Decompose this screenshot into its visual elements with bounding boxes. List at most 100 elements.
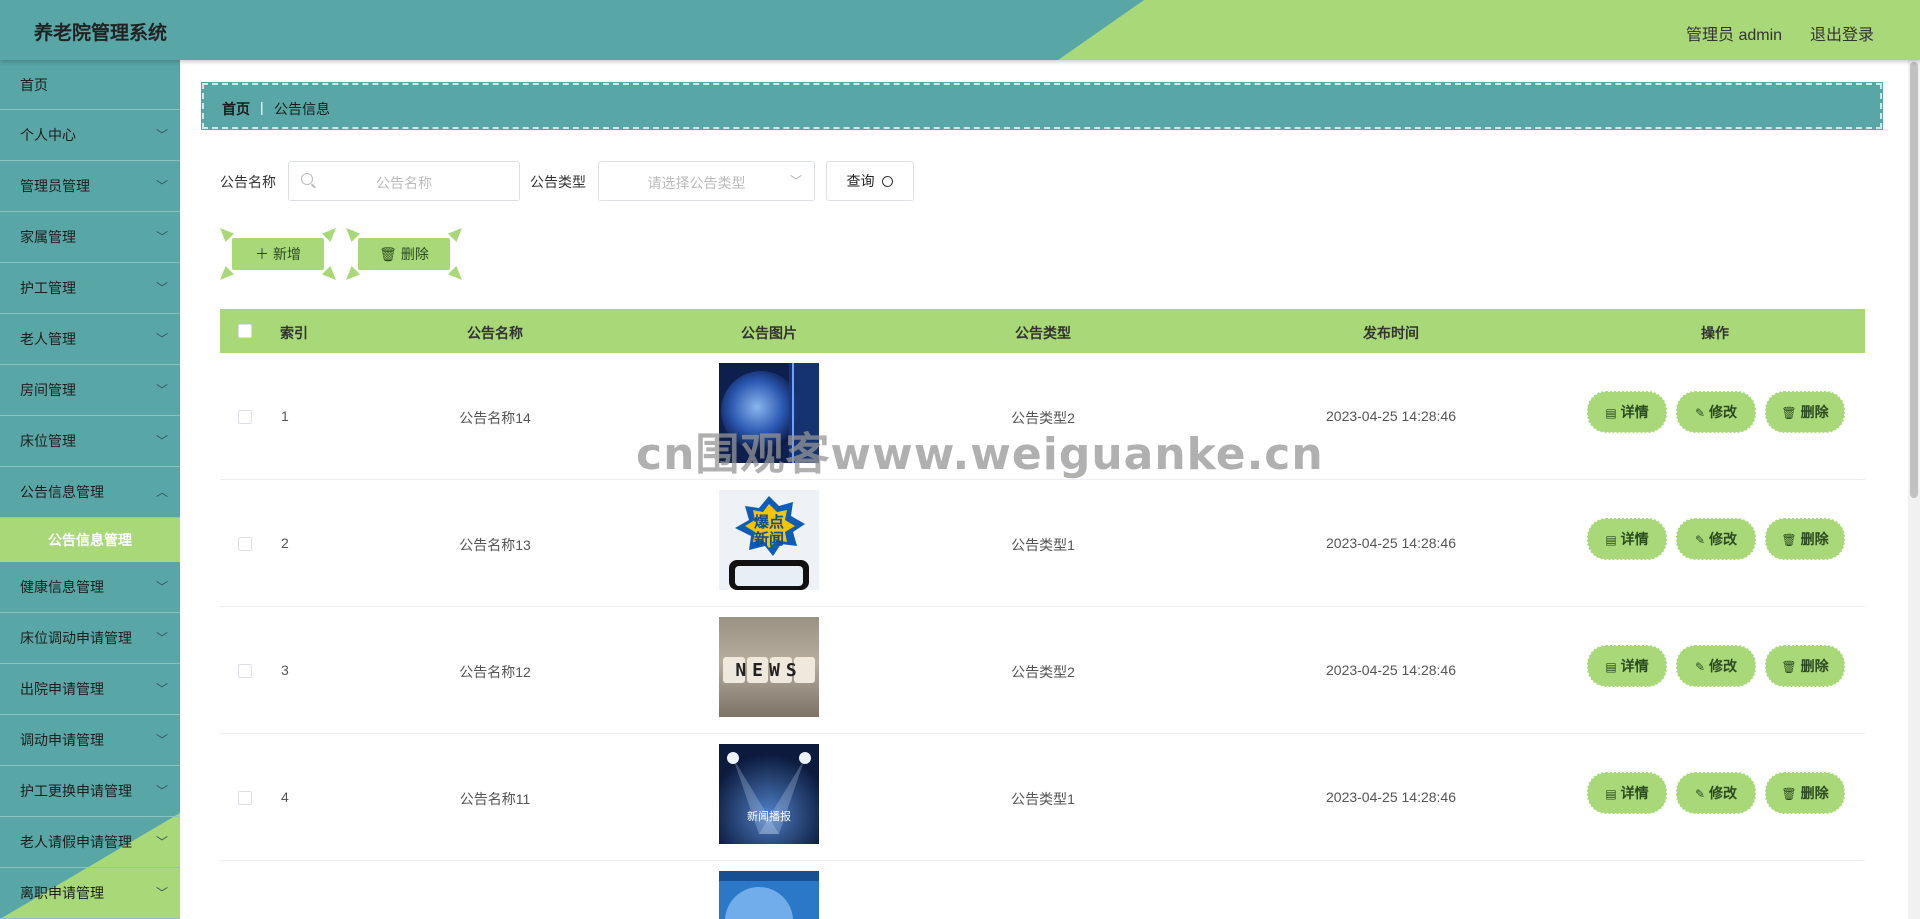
pencil-icon: ✎	[1694, 533, 1706, 547]
sidebar-item-admin[interactable]: 管理员管理 ﹀	[0, 161, 180, 212]
detail-button[interactable]: ▤ 详情	[1587, 391, 1667, 433]
sidebar-item-family[interactable]: 家属管理 ﹀	[0, 212, 180, 263]
delete-button[interactable]: 🗑 删除	[1765, 391, 1845, 433]
pencil-icon: ✎	[1694, 787, 1706, 801]
batch-delete-button-body[interactable]: 🗑 删除	[358, 238, 450, 270]
row-type: 公告类型2	[1011, 664, 1075, 680]
sidebar-item-label: 离职申请管理	[20, 885, 104, 901]
sidebar-item-label: 床位调动申请管理	[20, 630, 132, 646]
app-title: 养老院管理系统	[34, 23, 168, 44]
sidebar-item-label: 健康信息管理	[20, 579, 104, 595]
notice-image	[719, 871, 819, 919]
search-icon	[882, 176, 894, 187]
detail-label: 详情	[1620, 658, 1649, 674]
detail-button[interactable]: ▤ 详情	[1587, 772, 1667, 814]
trash-icon: 🗑	[1781, 533, 1797, 547]
detail-label: 详情	[1620, 785, 1649, 801]
trash-icon: 🗑	[1781, 660, 1797, 674]
row-checkbox[interactable]	[238, 664, 252, 678]
logout-link[interactable]: 退出登录	[1810, 21, 1874, 45]
breadcrumb-home[interactable]: 首页	[222, 99, 250, 119]
row-index: 3	[281, 662, 289, 678]
sidebar-item-caregiver-change[interactable]: 护工更换申请管理 ﹀	[0, 766, 180, 817]
delete-button[interactable]: 🗑 删除	[1765, 518, 1845, 560]
query-button[interactable]: 查询	[826, 161, 914, 201]
chevron-down-icon: ﹀	[155, 682, 168, 696]
header-name: 公告名称	[467, 325, 523, 341]
row-checkbox[interactable]	[238, 537, 252, 551]
notice-type-select[interactable]: 请选择公告类型 ﹀	[598, 161, 815, 201]
notice-type-label: 公告类型	[530, 174, 586, 190]
detail-button[interactable]: ▤ 详情	[1587, 645, 1667, 687]
edit-button[interactable]: ✎ 修改	[1676, 645, 1756, 687]
add-button-body[interactable]: ＋ 新增	[232, 238, 324, 270]
select-all-checkbox[interactable]	[238, 324, 252, 338]
sidebar-item-profile[interactable]: 个人中心 ﹀	[0, 110, 180, 161]
add-button[interactable]: ＋ 新增	[220, 228, 336, 280]
row-time: 2023-04-25 14:28:46	[1326, 662, 1456, 678]
sidebar-item-discharge[interactable]: 出院申请管理 ﹀	[0, 664, 180, 715]
chevron-down-icon: ﹀	[155, 230, 168, 244]
detail-button[interactable]: ▤ 详情	[1587, 518, 1667, 560]
sidebar-item-label: 家属管理	[20, 229, 76, 245]
sidebar-item-health[interactable]: 健康信息管理 ﹀	[0, 562, 180, 613]
document-icon: ▤	[1605, 533, 1617, 547]
sidebar-item-label: 房间管理	[20, 382, 76, 398]
batch-delete-button[interactable]: 🗑 删除	[346, 228, 462, 280]
delete-button[interactable]: 🗑 删除	[1765, 772, 1845, 814]
edit-button[interactable]: ✎ 修改	[1676, 518, 1756, 560]
sidebar-item-room[interactable]: 房间管理 ﹀	[0, 365, 180, 416]
trash-icon: 🗑	[1781, 406, 1797, 420]
batch-delete-button-label: 删除	[400, 246, 429, 262]
sidebar-item-bed[interactable]: 床位管理 ﹀	[0, 416, 180, 467]
row-checkbox[interactable]	[238, 791, 252, 805]
edit-button[interactable]: ✎ 修改	[1676, 391, 1756, 433]
row-name: 公告名称13	[459, 537, 531, 553]
sidebar-item-bed-transfer[interactable]: 床位调动申请管理 ﹀	[0, 613, 180, 664]
sidebar-item-label: 老人管理	[20, 331, 76, 347]
sidebar-item-transfer[interactable]: 调动申请管理 ﹀	[0, 715, 180, 766]
table-header: 索引 公告名称 公告图片 公告类型 发布时间 操作	[220, 309, 1865, 353]
page-scrollbar[interactable]	[1908, 60, 1920, 919]
sidebar: 首页 个人中心 ﹀ 管理员管理 ﹀ 家属管理 ﹀ 护工管理 ﹀ 老人管理 ﹀ 房间管理 ﹀ …	[0, 60, 180, 919]
table-row-partial	[220, 861, 1865, 919]
sidebar-item-resignation[interactable]: 离职申请管理 ﹀	[0, 868, 180, 919]
chevron-down-icon: ﹀	[155, 332, 168, 346]
scrollbar-thumb[interactable]	[1910, 62, 1918, 498]
notice-name-input[interactable]: 公告名称	[288, 161, 520, 201]
thumb-caption: NEWS	[735, 660, 803, 681]
sidebar-item-leave[interactable]: 老人请假申请管理 ﹀	[0, 817, 180, 868]
query-button-label: 查询	[846, 173, 875, 189]
header-accent-shape	[1058, 0, 1920, 60]
notice-image: 新闻播报	[719, 744, 819, 844]
current-user: 管理员 admin	[1686, 27, 1783, 44]
notice-name-placeholder: 公告名称	[376, 175, 432, 191]
edit-label: 修改	[1709, 785, 1738, 801]
detail-label: 详情	[1620, 531, 1649, 547]
watermark-text: cn围观客www.weiguanke.cn	[636, 429, 1324, 480]
header-type: 公告类型	[1015, 325, 1071, 341]
sidebar-item-label: 护工更换申请管理	[20, 783, 132, 799]
thumb-caption: 新闻播报	[747, 811, 791, 823]
sidebar-item-notice[interactable]: 公告信息管理 ︿	[0, 467, 180, 518]
row-checkbox[interactable]	[238, 410, 252, 424]
sidebar-item-caregiver[interactable]: 护工管理 ﹀	[0, 263, 180, 314]
chevron-down-icon: ﹀	[155, 784, 168, 798]
edit-label: 修改	[1709, 531, 1738, 547]
row-name: 公告名称14	[459, 410, 531, 426]
breadcrumb-current: 公告信息	[274, 101, 330, 117]
sidebar-subitem-notice[interactable]: 公告信息管理	[0, 518, 180, 562]
chevron-up-icon: ︿	[155, 485, 168, 499]
header-ops: 操作	[1701, 325, 1729, 341]
row-name: 公告名称11	[459, 791, 531, 807]
delete-label: 删除	[1800, 785, 1829, 801]
sidebar-item-label: 个人中心	[20, 127, 76, 143]
top-header: 养老院管理系统 管理员 admin 退出登录	[0, 0, 1920, 60]
delete-label: 删除	[1800, 658, 1829, 674]
delete-button[interactable]: 🗑 删除	[1765, 645, 1845, 687]
edit-button[interactable]: ✎ 修改	[1676, 772, 1756, 814]
sidebar-item-home[interactable]: 首页	[0, 60, 180, 110]
sidebar-item-elderly[interactable]: 老人管理 ﹀	[0, 314, 180, 365]
chevron-down-icon: ﹀	[789, 174, 802, 188]
chevron-down-icon: ﹀	[155, 580, 168, 594]
